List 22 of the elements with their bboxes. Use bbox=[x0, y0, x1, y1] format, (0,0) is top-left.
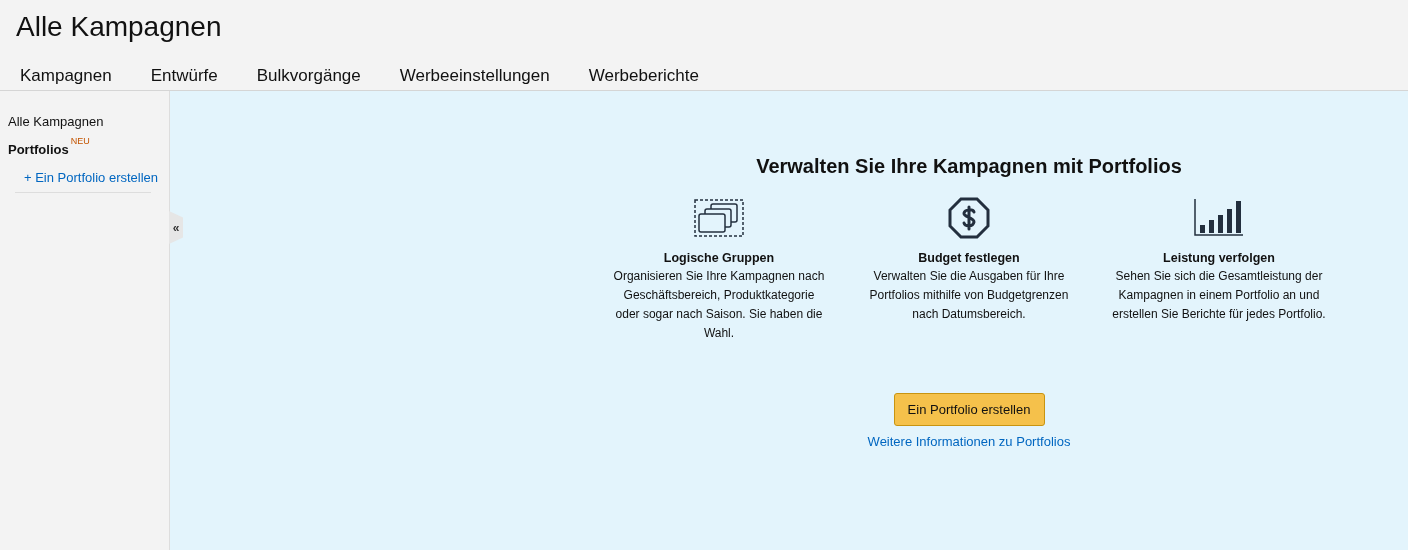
feature-title: Budget festlegen bbox=[918, 251, 1020, 265]
nav-tab[interactable]: Entwürfe bbox=[130, 64, 237, 93]
feature-title: Leistung verfolgen bbox=[1163, 251, 1275, 265]
dollar-octagon-icon bbox=[948, 197, 990, 239]
promo-heading: Verwalten Sie Ihre Kampagnen mit Portfolios bbox=[756, 154, 1182, 179]
create-portfolio-button[interactable]: Ein Portfolio erstellen bbox=[893, 393, 1045, 426]
nav-tab[interactable]: Kampagnen bbox=[0, 64, 131, 93]
feature-description: Sehen Sie sich die Gesamtleistung der Kampagnen in einem Portfolio an und erstellen Sie Berichte für jedes Portfolio. bbox=[1111, 268, 1327, 323]
feature-description: Verwalten Sie die Ausgaben für Ihre Portfolios mithilfe von Budgetgrenzen nach Datumsbereich. bbox=[868, 268, 1070, 323]
new-label: NEU bbox=[70, 136, 90, 146]
create-portfolio-link[interactable]: + Ein Portfolio erstellen bbox=[24, 170, 159, 185]
bar-chart-icon bbox=[1194, 199, 1244, 237]
nav-tab[interactable]: Bulkvorgänge bbox=[236, 64, 380, 93]
nav-tab[interactable]: Werbeberichte bbox=[568, 64, 718, 93]
sidebar-item[interactable]: Alle Kampagnen bbox=[8, 114, 104, 129]
feature-description: Organisieren Sie Ihre Kampagnen nach Geschäftsbereich, Produktkategorie oder sogar nach Saison. Sie haben die Wahl. bbox=[612, 268, 826, 342]
nav-tab[interactable]: Werbeeinstellungen bbox=[379, 64, 569, 93]
learn-more-link[interactable]: Weitere Informationen zu Portfolios bbox=[867, 434, 1071, 449]
sidebar-heading: Portfolios bbox=[8, 142, 69, 157]
feature-title: Logische Gruppen bbox=[663, 251, 775, 265]
cards-icon bbox=[694, 199, 744, 237]
page-title: Alle Kampagnen bbox=[16, 10, 223, 44]
